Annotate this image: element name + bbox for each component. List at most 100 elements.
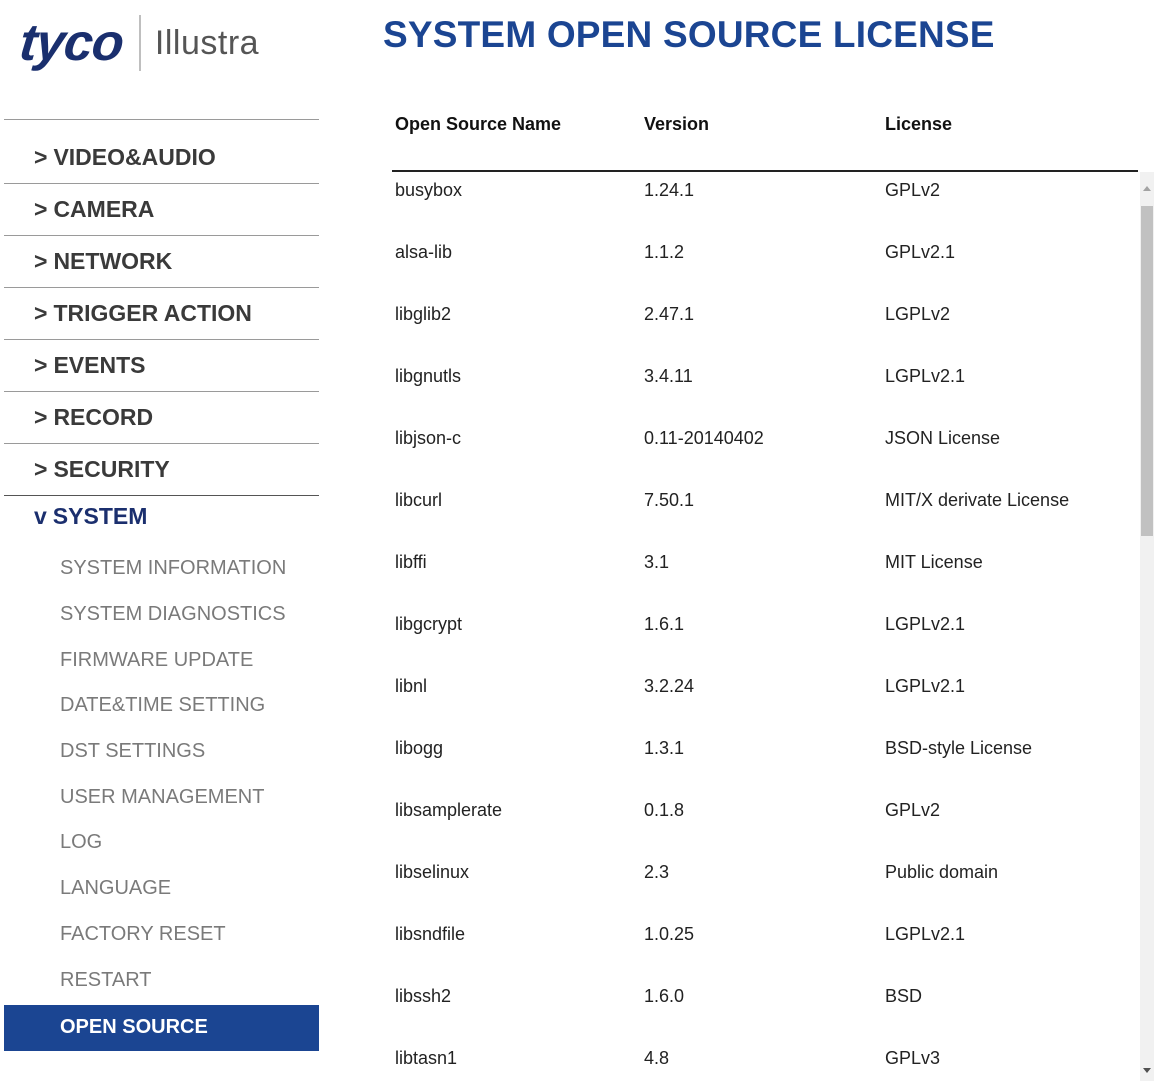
table-scrollbar[interactable] <box>1140 172 1154 1081</box>
scrollbar-thumb[interactable] <box>1141 206 1153 536</box>
cell-license: LGPLv2.1 <box>885 676 966 696</box>
cell-license: Public domain <box>885 862 999 882</box>
cell-version: 1.0.25 <box>644 924 695 944</box>
cell-license: BSD-style License <box>885 738 1033 758</box>
chevron-right-icon: > <box>34 352 48 378</box>
nav-item-label: SYSTEM <box>52 503 148 529</box>
cell-version: 2.3 <box>644 862 670 882</box>
chevron-right-icon: > <box>34 196 48 222</box>
subnav-factory-reset[interactable]: FACTORY RESET <box>4 912 319 958</box>
sidebar-nav: > VIDEO&AUDIO > CAMERA > NETWORK > TRIGGER A… <box>4 119 319 1051</box>
license-table: Open Source Name Version License busybox… <box>392 100 1138 1081</box>
subnav-system-diagnostics[interactable]: SYSTEM DIAGNOSTICS <box>4 592 319 638</box>
column-header-name: Open Source Name <box>395 114 562 134</box>
cell-license: GPLv2.1 <box>885 242 956 262</box>
nav-item-label: CAMERA <box>53 196 155 222</box>
cell-version: 3.4.11 <box>644 366 693 386</box>
table-body: busybox 1.24.1 GPLv2 alsa-lib 1.1.2 GPLv2.1 li… <box>392 172 1138 1081</box>
cell-license: LGPLv2.1 <box>885 366 966 386</box>
nav-item-record[interactable]: > RECORD <box>4 391 319 443</box>
table-row: libsndfile 1.0.25 LGPLv2.1 <box>392 916 1138 978</box>
chevron-right-icon: > <box>34 144 48 170</box>
subnav-user-management[interactable]: USER MANAGEMENT <box>4 774 319 820</box>
cell-license: BSD <box>885 986 923 1006</box>
cell-name: libogg <box>395 738 444 758</box>
subnav-date-time-setting[interactable]: DATE&TIME SETTING <box>4 683 319 729</box>
cell-name: libsndfile <box>395 924 466 944</box>
nav-item-label: NETWORK <box>53 248 173 274</box>
scroll-up-icon[interactable] <box>1143 186 1151 191</box>
table-row: libtasn1 4.8 GPLv3 <box>392 1040 1138 1081</box>
subnav-system-information[interactable]: SYSTEM INFORMATION <box>4 546 319 592</box>
subnav-dst-settings[interactable]: DST SETTINGS <box>4 729 319 775</box>
cell-name: libsamplerate <box>395 800 503 820</box>
nav-item-security[interactable]: > SECURITY <box>4 443 319 495</box>
cell-version: 2.47.1 <box>644 304 695 324</box>
cell-license: LGPLv2.1 <box>885 924 966 944</box>
table-row: libsamplerate 0.1.8 GPLv2 <box>392 792 1138 854</box>
nav-item-events[interactable]: > EVENTS <box>4 339 319 391</box>
cell-name: libgnutls <box>395 366 462 386</box>
cell-version: 0.11-20140402 <box>644 428 764 448</box>
logo-divider <box>138 15 141 71</box>
table-row: libglib2 2.47.1 LGPLv2 <box>392 296 1138 358</box>
cell-name: libnl <box>395 676 428 696</box>
cell-version: 1.3.1 <box>644 738 685 758</box>
chevron-right-icon: > <box>34 404 48 430</box>
brand-logo: tyco Illustra <box>16 8 259 78</box>
cell-license: GPLv3 <box>885 1048 941 1068</box>
cell-license: MIT License <box>885 552 983 572</box>
cell-name: busybox <box>395 180 463 200</box>
table-row: libogg 1.3.1 BSD-style License <box>392 730 1138 792</box>
scroll-down-icon[interactable] <box>1143 1068 1151 1073</box>
subnav-open-source[interactable]: OPEN SOURCE <box>4 1004 319 1051</box>
nav-item-system[interactable]: v SYSTEM <box>4 495 319 542</box>
subnav-log[interactable]: LOG <box>4 820 319 866</box>
cell-name: libselinux <box>395 862 470 882</box>
cell-license: MIT/X derivate License <box>885 490 1070 510</box>
nav-item-video-audio[interactable]: > VIDEO&AUDIO <box>4 119 319 183</box>
cell-version: 1.24.1 <box>644 180 695 200</box>
cell-name: libglib2 <box>395 304 452 324</box>
column-header-license: License <box>885 114 953 134</box>
subnav-language[interactable]: LANGUAGE <box>4 866 319 912</box>
table-row: libjson-c 0.11-20140402 JSON License <box>392 420 1138 482</box>
cell-version: 3.1 <box>644 552 670 572</box>
cell-name: libjson-c <box>395 428 462 448</box>
cell-name: libcurl <box>395 490 443 510</box>
table-row: libgcrypt 1.6.1 LGPLv2.1 <box>392 606 1138 668</box>
nav-item-trigger-action[interactable]: > TRIGGER ACTION <box>4 287 319 339</box>
cell-version: 1.6.1 <box>644 614 685 634</box>
table-header: Open Source Name Version License <box>392 100 1138 172</box>
cell-name: libssh2 <box>395 986 452 1006</box>
page-title: SYSTEM OPEN SOURCE LICENSE <box>383 14 995 55</box>
cell-version: 1.1.2 <box>644 242 685 262</box>
cell-name: libgcrypt <box>395 614 463 634</box>
nav-item-label: SECURITY <box>53 456 170 482</box>
cell-name: libtasn1 <box>395 1048 458 1068</box>
cell-version: 0.1.8 <box>644 800 685 820</box>
subnav-restart[interactable]: RESTART <box>4 957 319 1003</box>
table-row: libssh2 1.6.0 BSD <box>392 978 1138 1040</box>
subnav-firmware-update[interactable]: FIRMWARE UPDATE <box>4 637 319 683</box>
table-row: libnl 3.2.24 LGPLv2.1 <box>392 668 1138 730</box>
logo-tyco: tyco <box>16 14 126 72</box>
table-row: libgnutls 3.4.11 LGPLv2.1 <box>392 358 1138 420</box>
nav-item-network[interactable]: > NETWORK <box>4 235 319 287</box>
chevron-right-icon: > <box>34 248 48 274</box>
cell-license: GPLv2 <box>885 800 941 820</box>
nav-item-camera[interactable]: > CAMERA <box>4 183 319 235</box>
chevron-right-icon: > <box>34 300 48 326</box>
cell-license: GPLv2 <box>885 180 941 200</box>
nav-item-label: TRIGGER ACTION <box>53 300 252 326</box>
cell-version: 3.2.24 <box>644 676 695 696</box>
column-header-version: Version <box>644 114 710 134</box>
system-subnav: SYSTEM INFORMATION SYSTEM DIAGNOSTICS FI… <box>4 546 319 1051</box>
chevron-down-icon: v <box>34 503 47 529</box>
cell-version: 4.8 <box>644 1048 670 1068</box>
chevron-right-icon: > <box>34 456 48 482</box>
cell-license: LGPLv2.1 <box>885 614 966 634</box>
nav-item-label: VIDEO&AUDIO <box>53 144 216 170</box>
cell-version: 7.50.1 <box>644 490 695 510</box>
table-row: libffi 3.1 MIT License <box>392 544 1138 606</box>
